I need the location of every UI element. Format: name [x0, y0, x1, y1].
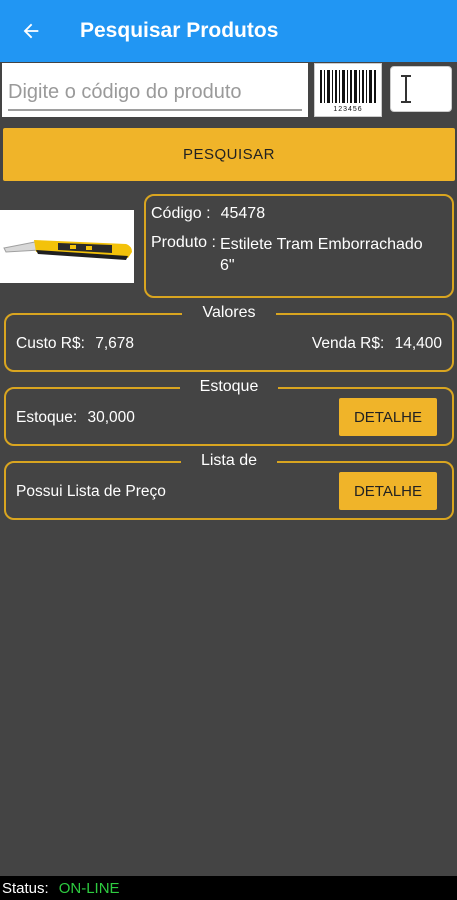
app-bar: Pesquisar Produtos	[0, 0, 457, 62]
status-bar: Status: ON-LINE	[0, 876, 457, 900]
product-name-label: Produto :	[151, 234, 216, 251]
product-info-card: Código : 45478 Produto : Estilete Tram Em…	[144, 194, 454, 298]
estoque-detail-button[interactable]: DETALHE	[339, 398, 437, 436]
valores-group: Valores Custo R$: 7,678 Venda R$: 14,400	[4, 304, 454, 372]
product-code-label: Código :	[151, 205, 211, 222]
arrow-left-icon	[23, 23, 39, 39]
product-image	[0, 210, 134, 283]
status-value: ON-LINE	[58, 879, 120, 897]
status-label: Status:	[2, 879, 49, 897]
valores-title: Valores	[182, 304, 276, 321]
barcode-scan-button[interactable]: 123456	[314, 63, 382, 117]
lista-group: Lista de Possui Lista de Preço DETALHE	[4, 452, 454, 520]
custo-label: Custo R$:	[16, 335, 85, 352]
estoque-value: 30,000	[87, 409, 135, 426]
box-cutter-image	[3, 240, 132, 260]
lista-title: Lista de	[180, 452, 278, 469]
product-name-value: Estilete Tram Emborrachado 6"	[219, 236, 423, 274]
custo-row: Custo R$: 7,678	[16, 335, 134, 353]
product-code-value: 45478	[220, 205, 266, 222]
estoque-row: Estoque: 30,000	[16, 409, 135, 427]
estoque-group: Estoque Estoque: 30,000 DETALHE	[4, 378, 454, 446]
search-field[interactable]	[2, 63, 308, 117]
product-name-row: Produto : Estilete Tram Emborrachado 6"	[151, 234, 435, 276]
estoque-label: Estoque:	[16, 409, 78, 426]
barcode-icon: 123456	[320, 70, 376, 113]
product-code-row: Código : 45478	[151, 205, 265, 223]
venda-row: Venda R$: 14,400	[312, 335, 442, 353]
lista-detail-button[interactable]: DETALHE	[339, 472, 437, 510]
estoque-title: Estoque	[179, 378, 279, 395]
back-button[interactable]	[0, 0, 62, 62]
search-input[interactable]	[8, 75, 302, 111]
page-title: Pesquisar Produtos	[80, 19, 279, 42]
text-input-mode-button[interactable]	[390, 66, 452, 112]
venda-label: Venda R$:	[311, 335, 385, 352]
barcode-digits: 123456	[333, 106, 362, 113]
venda-value: 14,400	[394, 335, 442, 352]
text-cursor-icon	[401, 75, 411, 103]
custo-value: 7,678	[95, 335, 135, 352]
lista-text: Possui Lista de Preço	[16, 483, 166, 500]
search-button[interactable]: PESQUISAR	[3, 128, 455, 181]
